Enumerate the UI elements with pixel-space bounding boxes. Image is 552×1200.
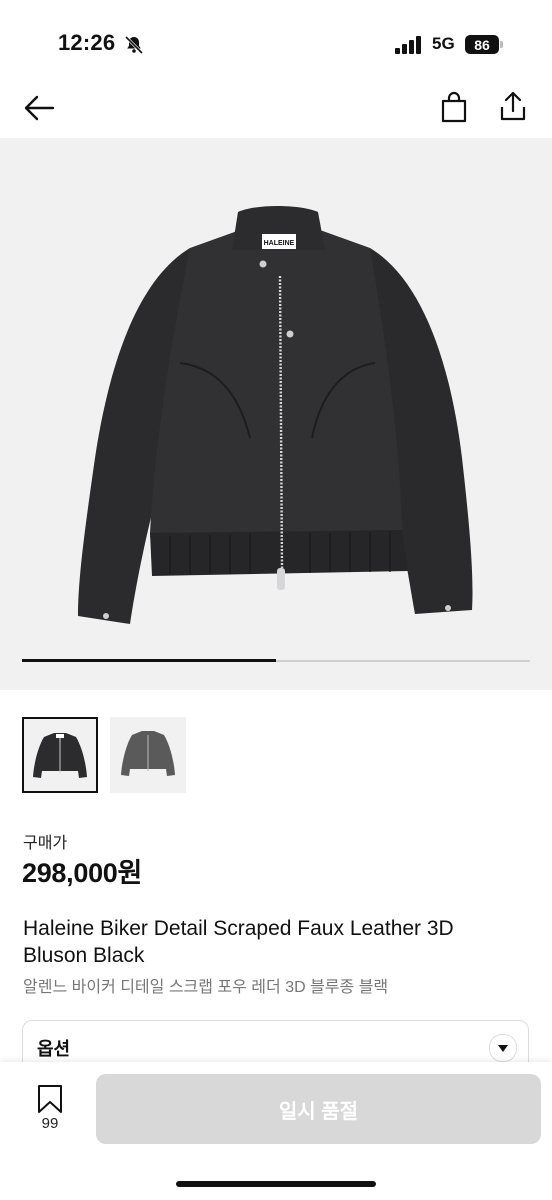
battery-cap (500, 41, 503, 48)
thumbnail-image (121, 731, 175, 776)
brand-tag: HALEINE (264, 240, 295, 247)
shopping-bag-icon (441, 91, 467, 123)
bell-muted-icon (124, 35, 144, 55)
product-image[interactable]: HALEINE (0, 138, 552, 690)
shopping-bag-button[interactable] (437, 90, 471, 124)
bookmark-button[interactable] (36, 1084, 64, 1114)
price: 298,000원 (22, 858, 143, 888)
thumbnail-image (33, 733, 87, 778)
thumbnail-black[interactable] (22, 717, 98, 793)
share-button[interactable] (496, 89, 530, 123)
bookmark-icon (38, 1085, 62, 1113)
bookmark-count: 99 (41, 1115, 59, 1132)
battery-level: 86 (474, 36, 490, 53)
jacket-image: HALEINE (78, 206, 473, 624)
signal-icon (395, 36, 421, 54)
option-toggle[interactable] (489, 1034, 517, 1062)
arrow-left-icon (24, 95, 55, 121)
back-button[interactable] (22, 91, 56, 125)
status-time: 12:26 (58, 30, 116, 55)
product-title: Haleine Biker Detail Scraped Faux Leathe… (23, 917, 454, 967)
network-type: 5G (432, 34, 455, 53)
triangle-down-icon (498, 1045, 508, 1052)
price-label: 구매가 (23, 835, 68, 852)
option-label: 옵션 (37, 1039, 71, 1059)
sold-out-button[interactable]: 일시 품절 (96, 1074, 541, 1144)
home-indicator (176, 1181, 376, 1187)
thumbnail-grey[interactable] (110, 717, 186, 793)
share-icon (500, 91, 526, 121)
product-subtitle: 알렌느 바이커 디테일 스크랩 포우 레더 3D 블루종 블랙 (23, 979, 389, 996)
gallery-progress-fill (22, 659, 276, 662)
battery-icon: 86 (465, 35, 499, 54)
